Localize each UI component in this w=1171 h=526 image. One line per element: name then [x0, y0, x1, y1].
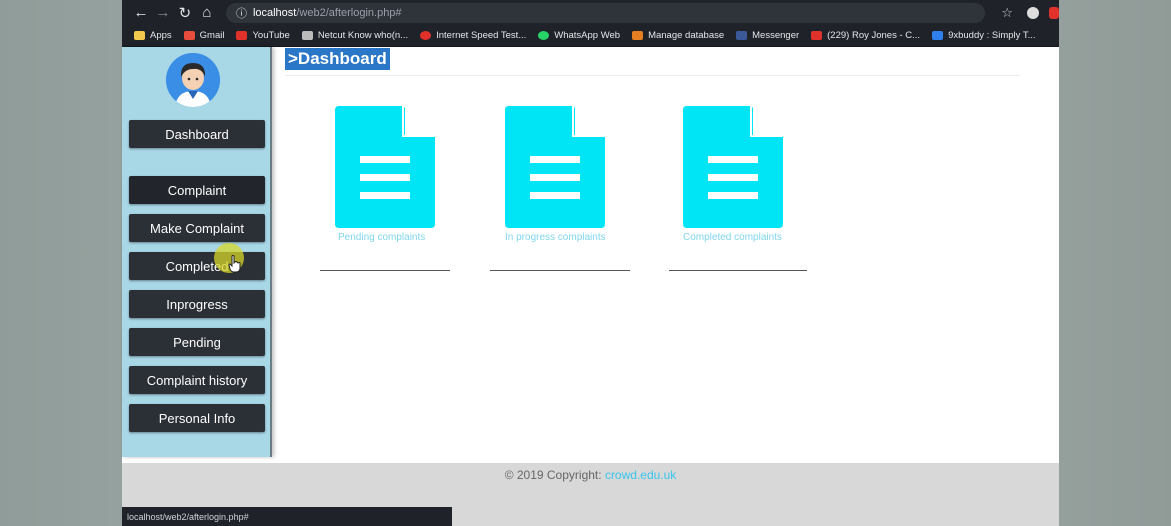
bookmark-item[interactable]: YouTube [236, 30, 290, 41]
info-icon[interactable]: ⓘ [236, 5, 247, 21]
pending-complaints-card[interactable]: Pending complaints [320, 106, 480, 276]
card-caption: Completed complaints [683, 232, 782, 243]
inprogress-complaints-card[interactable]: In progress complaints [490, 106, 650, 276]
youtube-icon [811, 31, 823, 40]
browser-toolbar: ← → ↻ ⌂ ⓘ localhost/web2/afterlogin.php#… [122, 0, 1059, 25]
sidebar-item-inprogress[interactable]: Inprogress [129, 290, 265, 318]
browser-window: ← → ↻ ⌂ ⓘ localhost/web2/afterlogin.php#… [122, 0, 1059, 526]
document-icon [335, 106, 435, 228]
bookmark-item[interactable]: Netcut Know who(n... [301, 30, 409, 41]
sidebar-item-completed[interactable]: Completed [129, 252, 265, 280]
gmail-icon [183, 31, 195, 40]
bookmark-label: Internet Speed Test... [436, 30, 527, 41]
sidebar-item-make-complaint[interactable]: Make Complaint [129, 214, 265, 242]
address-bar[interactable]: ⓘ localhost/web2/afterlogin.php# [225, 2, 986, 23]
bookmark-item[interactable]: Gmail [183, 30, 225, 41]
sidebar-item-complaint-history[interactable]: Complaint history [129, 366, 265, 394]
bookmark-item[interactable]: (229) Roy Jones - C... [811, 30, 920, 41]
bookmark-label: Apps [150, 30, 172, 41]
sidebar-item-dashboard[interactable]: Dashboard [129, 120, 265, 148]
extension-icon[interactable] [1049, 6, 1059, 19]
forward-icon[interactable]: → [152, 4, 174, 21]
bookmark-star-icon[interactable]: ☆ [1001, 5, 1013, 21]
back-icon[interactable]: ← [130, 4, 152, 21]
bookmark-item[interactable]: Messenger [736, 30, 799, 41]
9xbuddy-icon [932, 31, 944, 40]
document-icon [683, 106, 783, 228]
bookmark-label: (229) Roy Jones - C... [827, 30, 921, 41]
bookmark-label: WhatsApp Web [554, 30, 621, 41]
sidebar-item-pending[interactable]: Pending [129, 328, 265, 356]
bookmark-label: Manage database [648, 30, 725, 41]
bookmarks-bar: Apps Gmail YouTube Netcut Know who(n... … [122, 25, 1059, 47]
divider [285, 75, 1020, 76]
netcut-icon [301, 31, 313, 40]
bookmark-item[interactable]: WhatsApp Web [538, 30, 620, 41]
bookmark-label: 9xbuddy : Simply T... [948, 30, 1036, 41]
speedtest-icon [420, 31, 432, 40]
user-avatar-icon [166, 53, 220, 107]
hand-cursor-icon [228, 255, 241, 273]
database-icon [632, 31, 644, 40]
card-caption: Pending complaints [338, 232, 426, 243]
extension-icon[interactable] [1027, 6, 1039, 19]
bookmark-label: Gmail [199, 30, 225, 41]
apps-grid-icon [134, 31, 145, 40]
bookmark-item[interactable]: Internet Speed Test... [420, 30, 526, 41]
sidebar-item-complaint[interactable]: Complaint [129, 176, 265, 204]
facebook-icon [736, 31, 748, 40]
bookmark-item[interactable]: Apps [134, 30, 172, 41]
bookmark-label: Messenger [752, 30, 800, 41]
bookmark-label: Netcut Know who(n... [317, 30, 409, 41]
footer-link[interactable]: crowd.edu.uk [605, 468, 676, 482]
document-icon [505, 106, 605, 228]
card-underline [490, 270, 630, 271]
sidebar: Dashboard Complaint Make Complaint Compl… [122, 47, 272, 457]
home-icon[interactable]: ⌂ [196, 4, 218, 21]
copyright-text: © 2019 Copyright: [504, 468, 602, 482]
card-underline [669, 270, 807, 271]
card-underline [320, 270, 450, 271]
sidebar-item-personal-info[interactable]: Personal Info [129, 404, 265, 432]
bookmark-item[interactable]: Manage database [632, 30, 724, 41]
bookmark-label: YouTube [252, 30, 290, 41]
bookmark-item[interactable]: 9xbuddy : Simply T... [932, 30, 1036, 41]
avatar [166, 53, 220, 107]
url-host: localhost [252, 6, 297, 19]
reload-icon[interactable]: ↻ [174, 4, 196, 22]
status-bar: localhost/web2/afterlogin.php# [122, 507, 452, 526]
whatsapp-icon [538, 31, 550, 40]
completed-complaints-card[interactable]: Completed complaints [669, 106, 829, 276]
youtube-icon [236, 31, 248, 40]
card-caption: In progress complaints [505, 232, 606, 243]
url-path: /web2/afterlogin.php# [296, 6, 402, 19]
page-title: >Dashboard [285, 48, 390, 70]
